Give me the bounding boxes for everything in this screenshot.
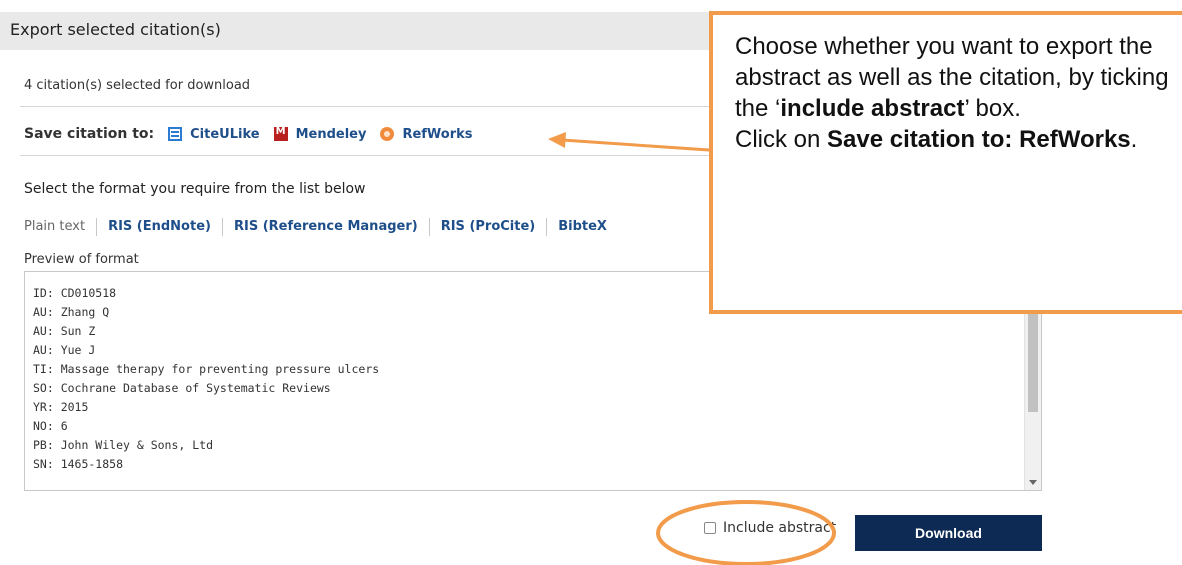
preview-line: ID: CD010518 xyxy=(33,286,117,300)
save-to-mendeley-link[interactable]: Mendeley xyxy=(273,126,367,142)
preview-line: SN: 1465-1858 xyxy=(33,457,124,471)
provider-name: RefWorks xyxy=(402,126,473,142)
callout-bold: Save citation to: RefWorks xyxy=(827,126,1131,153)
callout-arrow xyxy=(561,138,710,152)
selected-count-text: 4 citation(s) selected for download xyxy=(24,78,251,93)
preview-line: AU: Yue J xyxy=(33,343,96,357)
format-plain-text[interactable]: Plain text xyxy=(24,218,96,236)
callout-line: Click on xyxy=(735,126,828,153)
provider-name: CiteULike xyxy=(190,126,260,142)
provider-name: Mendeley xyxy=(295,126,367,142)
save-to-refworks-link[interactable]: RefWorks xyxy=(380,126,473,142)
scroll-down-arrow-icon[interactable] xyxy=(1029,480,1037,485)
callout-line: . xyxy=(1130,126,1138,153)
include-abstract-option[interactable]: Include abstract xyxy=(704,520,836,536)
page-title: Export selected citation(s) xyxy=(10,20,221,39)
download-button[interactable]: Download xyxy=(855,515,1042,551)
preview-line: PB: John Wiley & Sons, Ltd xyxy=(33,438,214,452)
format-heading: Select the format you require from the l… xyxy=(24,181,366,197)
divider xyxy=(20,155,710,156)
divider xyxy=(20,106,710,107)
format-options: Plain text RIS (EndNote) RIS (Reference … xyxy=(24,218,618,236)
mendeley-icon xyxy=(273,126,288,141)
save-citation-label: Save citation to: xyxy=(24,126,155,142)
preview-line: YR: 2015 xyxy=(33,400,89,414)
preview-line: AU: Sun Z xyxy=(33,324,96,338)
refworks-icon xyxy=(380,127,395,141)
preview-line: SO: Cochrane Database of Systematic Revi… xyxy=(33,381,331,395)
citeulike-icon xyxy=(168,127,183,141)
preview-line: TI: Massage therapy for preventing press… xyxy=(33,362,380,376)
format-bibtex[interactable]: BibteX xyxy=(546,218,618,236)
scrollbar-thumb[interactable] xyxy=(1028,312,1038,412)
preview-line: AU: Zhang Q xyxy=(33,305,110,319)
instruction-callout: Choose whether you want to export the ab… xyxy=(709,11,1182,314)
callout-arrow-head xyxy=(548,132,566,148)
callout-text: Choose whether you want to export the ab… xyxy=(735,31,1175,155)
save-citation-row: Save citation to: CiteULike Mendeley Ref… xyxy=(24,124,487,144)
include-abstract-label[interactable]: Include abstract xyxy=(723,520,836,536)
callout-line: ’ box. xyxy=(964,95,1021,122)
format-ris-procite[interactable]: RIS (ProCite) xyxy=(428,218,547,236)
callout-bold: include abstract xyxy=(780,95,965,122)
preview-content: ID: CD010518 AU: Zhang Q AU: Sun Z AU: Yue … xyxy=(33,284,379,474)
include-abstract-checkbox[interactable] xyxy=(704,522,716,534)
preview-label: Preview of format xyxy=(24,252,139,267)
format-ris-endnote[interactable]: RIS (EndNote) xyxy=(96,218,222,236)
format-ris-reference-manager[interactable]: RIS (Reference Manager) xyxy=(221,218,429,236)
save-to-citeulike-link[interactable]: CiteULike xyxy=(168,126,260,142)
preview-line: NO: 6 xyxy=(33,419,68,433)
